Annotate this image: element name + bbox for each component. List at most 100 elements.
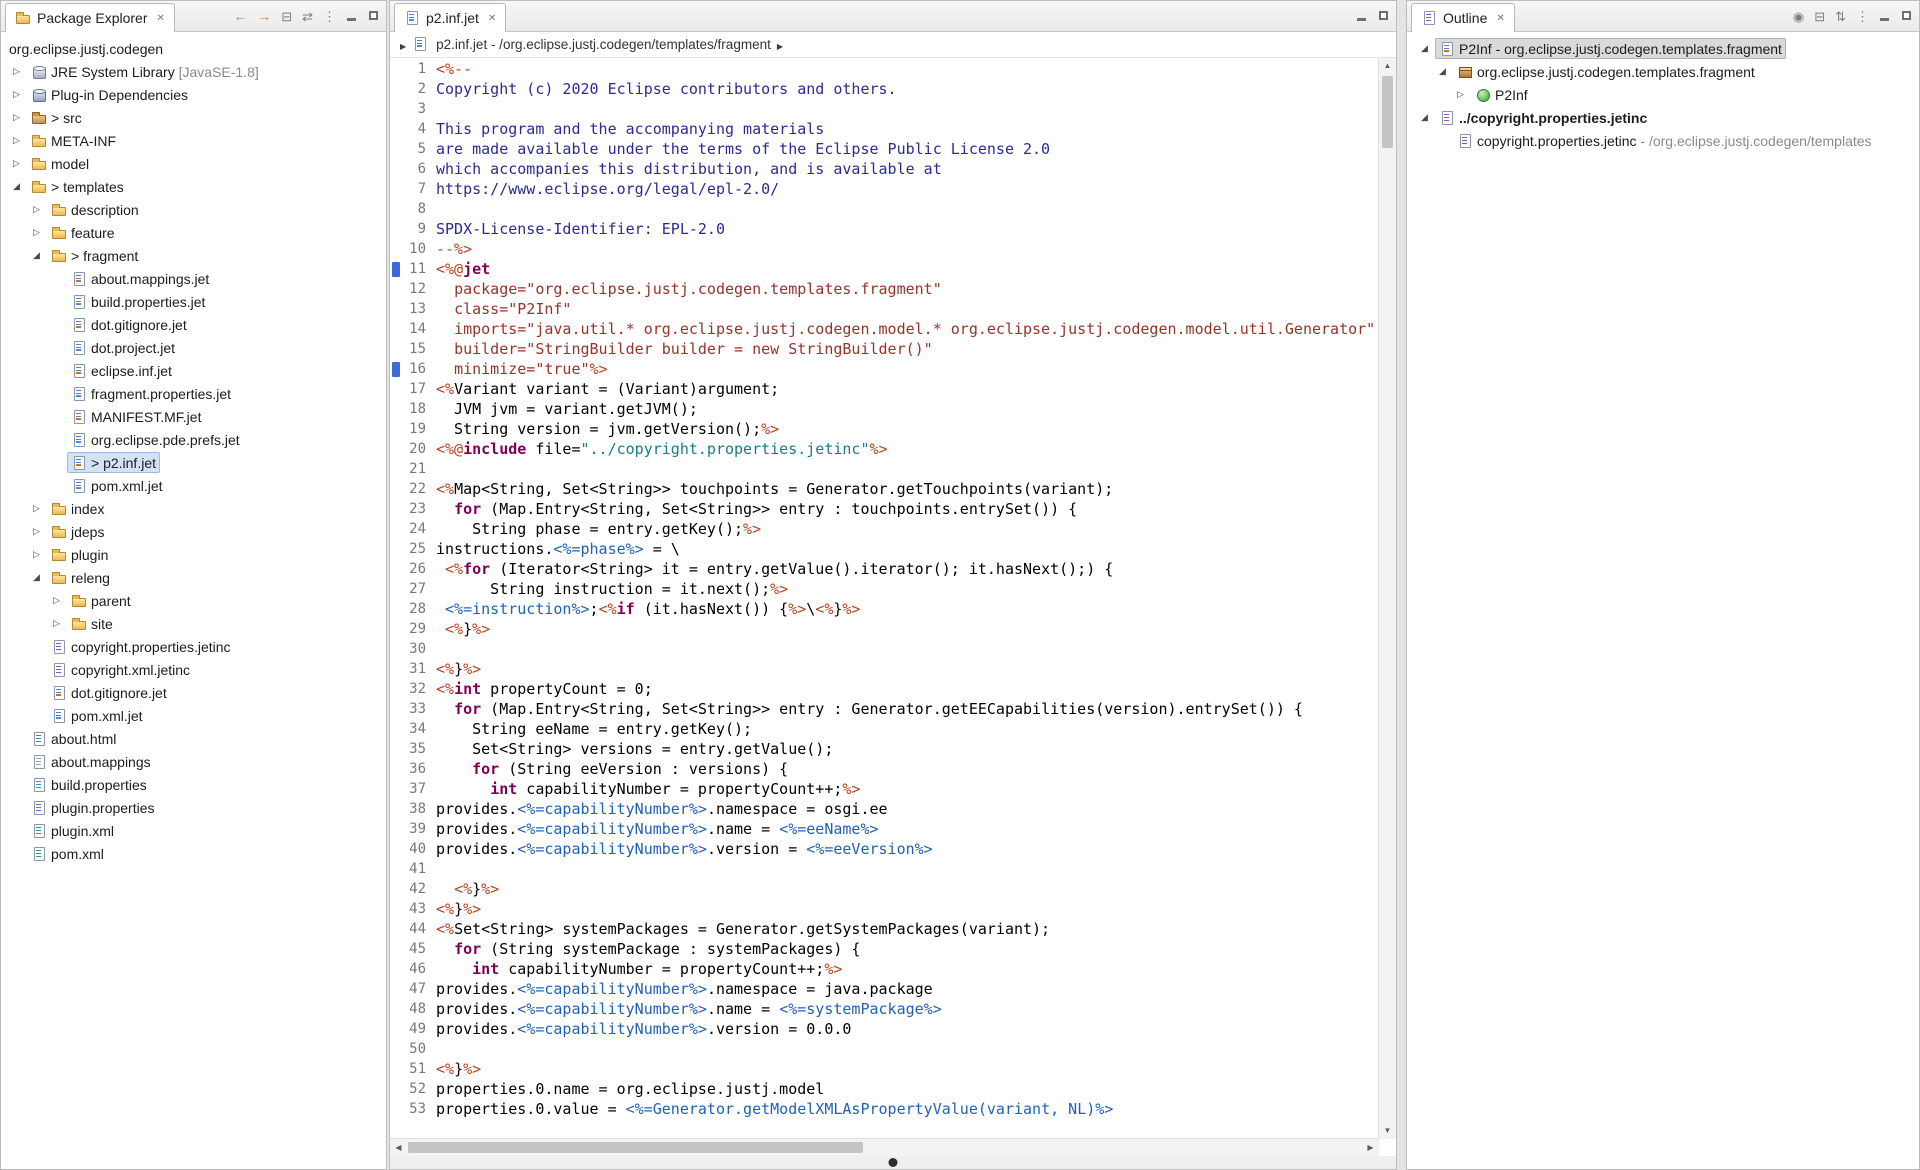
code-line[interactable]: 26 <%for (Iterator<String> it = entry.ge… — [402, 559, 1379, 579]
code-line[interactable]: 33 for (Map.Entry<String, Set<String>> e… — [402, 699, 1379, 719]
maximize-icon[interactable] — [1378, 10, 1390, 22]
tree-item[interactable]: MANIFEST.MF.jet — [1, 405, 386, 428]
close-icon[interactable] — [157, 13, 165, 24]
collapsed-arrow-icon[interactable]: ▷ — [53, 595, 67, 606]
expanded-arrow-icon[interactable]: ◢ — [1421, 112, 1435, 123]
code-line[interactable]: 44<%Set<String> systemPackages = Generat… — [402, 919, 1379, 939]
tree-item[interactable]: ▷description — [1, 198, 386, 221]
tree-item[interactable]: ◢> fragment — [1, 244, 386, 267]
view-menu-icon[interactable]: ⋮ — [1856, 10, 1869, 23]
code-line[interactable]: 52properties.0.name = org.eclipse.justj.… — [402, 1079, 1379, 1099]
code-line[interactable]: 11<%@jet — [402, 259, 1379, 279]
code-line[interactable]: 7https://www.eclipse.org/legal/epl-2.0/ — [402, 179, 1379, 199]
tree-item[interactable]: ▷model — [1, 152, 386, 175]
scroll-left-icon[interactable] — [390, 1139, 407, 1156]
tree-item[interactable]: about.mappings.jet — [1, 267, 386, 290]
collapsed-arrow-icon[interactable]: ▷ — [53, 618, 67, 629]
code-line[interactable]: 3 — [402, 99, 1379, 119]
code-line[interactable]: 38provides.<%=capabilityNumber%>.namespa… — [402, 799, 1379, 819]
focus-icon[interactable]: ◉ — [1793, 10, 1804, 23]
tree-item[interactable]: fragment.properties.jet — [1, 382, 386, 405]
code-line[interactable]: 36 for (String eeVersion : versions) { — [402, 759, 1379, 779]
tree-item[interactable]: ▷jdeps — [1, 520, 386, 543]
code-line[interactable]: 50 — [402, 1039, 1379, 1059]
code-line[interactable]: 31<%}%> — [402, 659, 1379, 679]
code-line[interactable]: 19 String version = jvm.getVersion();%> — [402, 419, 1379, 439]
collapsed-arrow-icon[interactable]: ▷ — [33, 503, 47, 514]
tree-item[interactable]: pom.xml.jet — [1, 474, 386, 497]
collapsed-arrow-icon[interactable]: ▷ — [33, 526, 47, 537]
close-icon[interactable] — [1496, 13, 1504, 24]
code-line[interactable]: 32<%int propertyCount = 0; — [402, 679, 1379, 699]
chevron-right-icon[interactable] — [777, 37, 783, 52]
minimize-icon[interactable] — [346, 10, 358, 22]
tree-item[interactable]: ▷index — [1, 497, 386, 520]
code-line[interactable]: 48provides.<%=capabilityNumber%>.name = … — [402, 999, 1379, 1019]
tree-item[interactable]: ▷parent — [1, 589, 386, 612]
tree-item[interactable]: ▷site — [1, 612, 386, 635]
breadcrumb-toggle-icon[interactable] — [400, 37, 406, 52]
code-line[interactable]: 53properties.0.value = <%=Generator.getM… — [402, 1099, 1379, 1119]
scroll-up-icon[interactable] — [1379, 57, 1396, 74]
tree-item[interactable]: about.html — [1, 727, 386, 750]
code-line[interactable]: 28 <%=instruction%>;<%if (it.hasNext()) … — [402, 599, 1379, 619]
expanded-arrow-icon[interactable]: ◢ — [1421, 43, 1435, 54]
collapsed-arrow-icon[interactable]: ▷ — [33, 549, 47, 560]
code-line[interactable]: 27 String instruction = it.next();%> — [402, 579, 1379, 599]
tree-item[interactable]: plugin.xml — [1, 819, 386, 842]
tree-item[interactable]: ▷> src — [1, 106, 386, 129]
tree-item[interactable]: build.properties — [1, 773, 386, 796]
code-line[interactable]: 35 Set<String> versions = entry.getValue… — [402, 739, 1379, 759]
code-line[interactable]: 42 <%}%> — [402, 879, 1379, 899]
expanded-arrow-icon[interactable]: ◢ — [1439, 66, 1453, 77]
tree-item[interactable]: pom.xml.jet — [1, 704, 386, 727]
code-line[interactable]: 18 JVM jvm = variant.getJVM(); — [402, 399, 1379, 419]
tree-item[interactable]: ▷feature — [1, 221, 386, 244]
code-line[interactable]: 9SPDX-License-Identifier: EPL-2.0 — [402, 219, 1379, 239]
scroll-right-icon[interactable] — [1362, 1139, 1379, 1156]
outline-item[interactable]: ◢../copyright.properties.jetinc — [1407, 106, 1919, 129]
back-arrow-icon[interactable]: ← — [233, 9, 247, 23]
package-explorer-tab[interactable]: Package Explorer — [5, 3, 175, 32]
vertical-scrollbar[interactable] — [1378, 57, 1396, 1139]
tree-item[interactable]: ▷plugin — [1, 543, 386, 566]
tree-item[interactable]: about.mappings — [1, 750, 386, 773]
code-line[interactable]: 24 String phase = entry.getKey();%> — [402, 519, 1379, 539]
code-line[interactable]: 41 — [402, 859, 1379, 879]
code-line[interactable]: 37 int capabilityNumber = propertyCount+… — [402, 779, 1379, 799]
code-line[interactable]: 47provides.<%=capabilityNumber%>.namespa… — [402, 979, 1379, 999]
maximize-icon[interactable] — [1901, 10, 1913, 22]
editor-tab[interactable]: p2.inf.jet — [394, 3, 506, 32]
code-line[interactable]: 2Copyright (c) 2020 Eclipse contributors… — [402, 79, 1379, 99]
tree-item[interactable]: dot.gitignore.jet — [1, 681, 386, 704]
expanded-arrow-icon[interactable]: ◢ — [13, 181, 27, 192]
tree-item[interactable]: ▷JRE System Library [JavaSE-1.8] — [1, 60, 386, 83]
code-line[interactable]: 45 for (String systemPackage : systemPac… — [402, 939, 1379, 959]
tree-item[interactable]: build.properties.jet — [1, 290, 386, 313]
code-line[interactable]: 17<%Variant variant = (Variant)argument; — [402, 379, 1379, 399]
code-line[interactable]: 5are made available under the terms of t… — [402, 139, 1379, 159]
expanded-arrow-icon[interactable]: ◢ — [33, 250, 47, 261]
code-line[interactable]: 16 minimize="true"%> — [402, 359, 1379, 379]
vertical-scrollbar-thumb[interactable] — [1382, 76, 1393, 148]
collapsed-arrow-icon[interactable]: ▷ — [33, 227, 47, 238]
code-line[interactable]: 30 — [402, 639, 1379, 659]
code-line[interactable]: 51<%}%> — [402, 1059, 1379, 1079]
forward-arrow-icon[interactable]: → — [257, 9, 271, 23]
code-line[interactable]: 20<%@include file="../copyright.properti… — [402, 439, 1379, 459]
tree-item[interactable]: dot.gitignore.jet — [1, 313, 386, 336]
code-line[interactable]: 40provides.<%=capabilityNumber%>.version… — [402, 839, 1379, 859]
trim-handle-dot[interactable] — [889, 1158, 898, 1167]
scroll-down-icon[interactable] — [1379, 1122, 1396, 1139]
outline-item[interactable]: ◢org.eclipse.justj.codegen.templates.fra… — [1407, 60, 1919, 83]
breadcrumb-text[interactable]: p2.inf.jet - /org.eclipse.justj.codegen/… — [436, 37, 771, 52]
tree-item[interactable]: ▷Plug-in Dependencies — [1, 83, 386, 106]
tree-item[interactable]: pom.xml — [1, 842, 386, 865]
tree-item[interactable]: copyright.properties.jetinc — [1, 635, 386, 658]
collapse-all-icon[interactable]: ⊟ — [1814, 10, 1825, 23]
code-line[interactable]: 39provides.<%=capabilityNumber%>.name = … — [402, 819, 1379, 839]
tree-item[interactable]: org.eclipse.pde.prefs.jet — [1, 428, 386, 451]
expanded-arrow-icon[interactable]: ◢ — [33, 572, 47, 583]
code-line[interactable]: 14 imports="java.util.* org.eclipse.just… — [402, 319, 1379, 339]
tree-item[interactable]: ◢> templates — [1, 175, 386, 198]
